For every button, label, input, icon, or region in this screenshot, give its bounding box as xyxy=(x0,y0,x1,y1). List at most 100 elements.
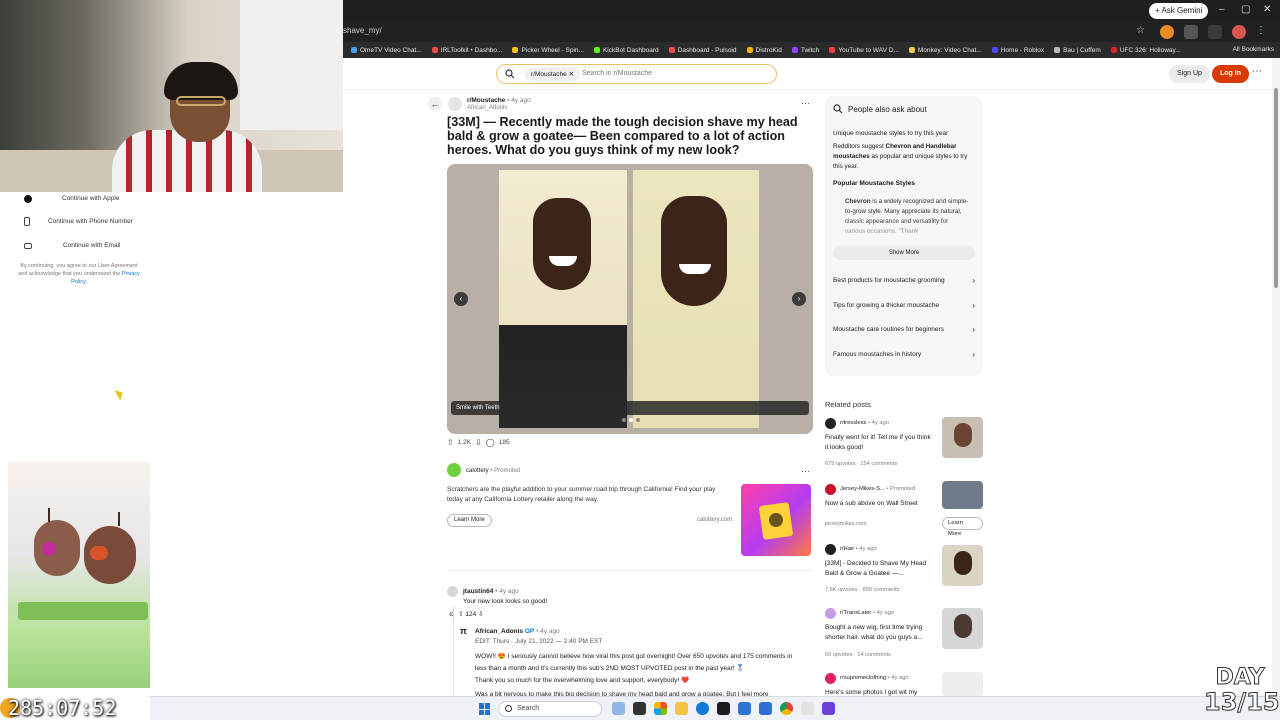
advertiser-domain[interactable]: jerseymikes.com xyxy=(825,521,867,527)
bookmark-item[interactable]: UFC 326: Holloway... xyxy=(1110,47,1181,54)
downvote-icon[interactable]: ⇩ xyxy=(475,438,482,447)
taskbar-search[interactable]: Search xyxy=(498,701,602,717)
related-question-item[interactable]: Tips for growing a thicker moustache › xyxy=(833,301,975,310)
taskbar-apps xyxy=(612,702,835,715)
ask-gemini-button[interactable]: + Ask Gemini xyxy=(1149,3,1209,19)
bookmark-item[interactable]: Twitch xyxy=(791,47,819,54)
bookmark-item[interactable]: Dashboard - Pulsoid xyxy=(668,47,737,54)
outlook-icon[interactable] xyxy=(759,702,772,715)
related-post-thumbnail[interactable] xyxy=(942,608,983,649)
ad-video-thumbnail[interactable] xyxy=(741,484,811,556)
upvote-icon[interactable]: ⇧ xyxy=(447,438,454,447)
related-post-thumbnail[interactable] xyxy=(942,545,983,586)
comment-user[interactable]: jtaustin64 xyxy=(463,588,493,595)
related-post-title[interactable]: Finally went for it! Tell me if you thin… xyxy=(825,433,933,453)
close-icon[interactable]: ✕ xyxy=(1263,4,1271,15)
minimize-icon[interactable]: – xyxy=(1219,4,1225,15)
edge-icon[interactable] xyxy=(696,702,709,715)
post-author[interactable]: African_Adonis xyxy=(467,105,531,111)
continue-with-email-button[interactable]: Continue with Email xyxy=(18,237,148,255)
related-question-item[interactable]: Best products for moustache grooming › xyxy=(833,276,975,285)
search-scope-chip[interactable]: r/Moustache ✕ xyxy=(525,68,581,81)
chip-close-icon[interactable]: ✕ xyxy=(569,71,574,78)
all-bookmarks-button[interactable]: All Bookmarks xyxy=(1232,46,1274,53)
scrollbar-thumb[interactable] xyxy=(1274,88,1278,288)
commenter-avatar[interactable] xyxy=(447,586,458,597)
subreddit-avatar[interactable] xyxy=(448,97,462,111)
face-shape xyxy=(533,198,591,290)
store-icon[interactable] xyxy=(738,702,751,715)
paa-question[interactable]: Unique moustache styles to try this year xyxy=(833,129,948,139)
app-icon[interactable] xyxy=(801,702,814,715)
extension-icon[interactable] xyxy=(1160,25,1174,39)
bookmark-item[interactable]: OmeTV Video Chat... xyxy=(351,47,422,54)
comment-icon[interactable]: ◯ xyxy=(486,438,495,447)
related-question-item[interactable]: Famous moustaches in history › xyxy=(833,350,975,359)
photos-icon[interactable] xyxy=(654,702,667,715)
related-post-thumbnail[interactable] xyxy=(942,417,983,458)
subreddit-avatar[interactable] xyxy=(825,673,836,684)
gallery-dot[interactable] xyxy=(636,418,640,422)
downvote-icon[interactable]: ⇩ xyxy=(478,611,483,618)
maximize-icon[interactable]: ▢ xyxy=(1241,4,1250,15)
advertiser-avatar[interactable] xyxy=(825,484,836,495)
related-post-title[interactable]: Now a sub above on Wall Street xyxy=(825,499,933,509)
related-post-title[interactable]: [33M] - Decided to Shave My Head Bald & … xyxy=(825,559,933,579)
show-more-button[interactable]: Show More xyxy=(833,246,975,260)
back-button[interactable]: ← xyxy=(428,97,442,111)
subreddit-avatar[interactable] xyxy=(825,418,836,429)
bookmark-item[interactable]: Bau | Cuffem xyxy=(1054,47,1101,54)
ad-learn-more-button[interactable]: Learn More xyxy=(447,514,492,527)
file-explorer-icon[interactable] xyxy=(675,702,688,715)
ad-domain[interactable]: calottery.com xyxy=(697,517,732,523)
avatar[interactable] xyxy=(1232,25,1246,39)
gallery-dot-active[interactable] xyxy=(629,418,633,422)
kebab-menu-icon[interactable]: ⋮ xyxy=(1256,25,1270,39)
post-more-icon[interactable]: ⋯ xyxy=(801,98,810,109)
related-post-title[interactable]: Here's some photos I got wit my xyxy=(825,688,933,696)
bookmark-item[interactable]: Home - Roblox xyxy=(991,47,1044,54)
continue-with-apple-button[interactable]: Continue with Apple xyxy=(18,190,148,208)
related-post-thumbnail[interactable] xyxy=(942,672,983,696)
chrome-icon[interactable] xyxy=(780,702,793,715)
ad-more-icon[interactable]: ⋯ xyxy=(801,466,810,477)
continue-with-phone-button[interactable]: Continue with Phone Number xyxy=(18,213,148,231)
sidebar-icon[interactable] xyxy=(1208,25,1222,39)
puzzle-icon[interactable] xyxy=(1184,25,1198,39)
reply-user[interactable]: African_Adonis xyxy=(475,628,523,635)
bookmark-item[interactable]: YouTube to WAV D... xyxy=(829,47,899,54)
search-input[interactable]: r/Moustache ✕ Search in r/Moustache xyxy=(496,64,777,84)
gallery-next-button[interactable]: › xyxy=(792,292,806,306)
terminal-icon[interactable] xyxy=(717,702,730,715)
subreddit-link[interactable]: r/Moustache xyxy=(467,97,505,104)
related-question-item[interactable]: Moustache care routines for beginners › xyxy=(833,325,975,334)
subreddit-avatar[interactable] xyxy=(825,608,836,619)
task-view-icon[interactable] xyxy=(612,702,625,715)
windows-start-icon[interactable] xyxy=(479,703,491,715)
star-icon[interactable]: ☆ xyxy=(1136,25,1150,39)
page-scrollbar[interactable] xyxy=(1272,58,1280,696)
bookmark-item[interactable]: Monkey: Video Chat... xyxy=(908,47,982,54)
gallery-dot[interactable] xyxy=(622,418,626,422)
address-bar[interactable]: shave_my/ ☆ ⋮ xyxy=(343,22,1280,42)
face-shape xyxy=(661,196,727,306)
subreddit-avatar[interactable] xyxy=(825,544,836,555)
log-in-button[interactable]: Log In xyxy=(1212,65,1249,83)
ad-thumbnail[interactable] xyxy=(942,481,983,509)
more-options-icon[interactable]: ⋯ xyxy=(1252,66,1262,77)
advertiser-logo[interactable] xyxy=(447,463,461,477)
upvote-icon[interactable]: ⇧ xyxy=(458,611,463,618)
related-post-title[interactable]: Bought a new wig, first time trying shor… xyxy=(825,623,933,643)
bookmark-item[interactable]: Picker Wheel - Spin... xyxy=(512,47,584,54)
play-icon[interactable] xyxy=(769,513,783,527)
bookmark-item[interactable]: DistroKid xyxy=(746,47,782,54)
bookmark-item[interactable]: IRLToolkit • Dashbo... xyxy=(431,47,502,54)
reply-avatar-icon[interactable]: π xyxy=(460,625,467,637)
ad-learn-more-button[interactable]: Learn More xyxy=(942,517,983,537)
sign-up-button[interactable]: Sign Up xyxy=(1169,65,1210,83)
bookmark-item[interactable]: KickBot Dashboard xyxy=(593,47,659,54)
widgets-icon[interactable] xyxy=(633,702,646,715)
app-icon[interactable] xyxy=(822,702,835,715)
gallery-prev-button[interactable]: ‹ xyxy=(454,292,468,306)
comment-time: • 4y ago xyxy=(495,588,519,595)
